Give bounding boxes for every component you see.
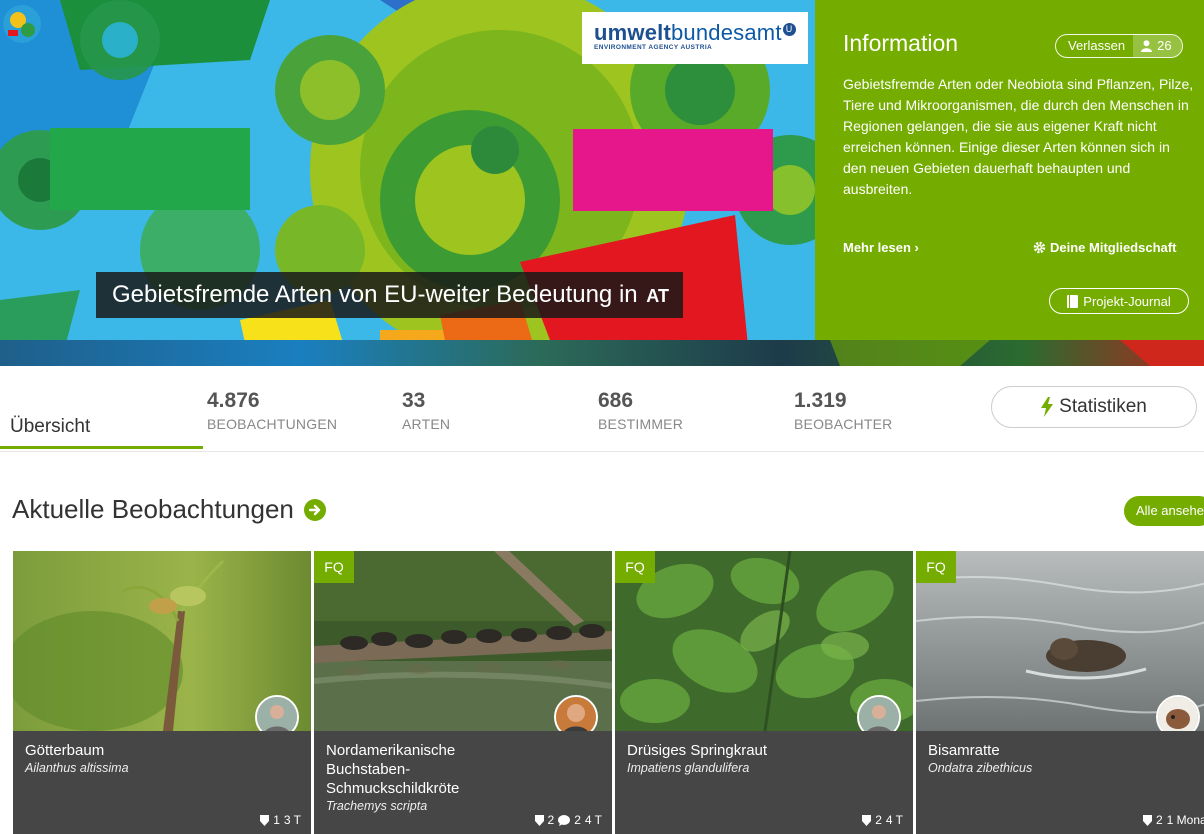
statistics-label: Statistiken xyxy=(1059,396,1147,417)
stat-species[interactable]: 33 ARTEN xyxy=(402,388,450,434)
leave-project-button[interactable]: Verlassen 26 xyxy=(1055,34,1183,58)
journal-label: Projekt-Journal xyxy=(1083,293,1171,309)
scientific-name: Ailanthus altissima xyxy=(25,761,129,775)
quality-badge: FQ xyxy=(916,551,956,583)
member-count: 26 xyxy=(1133,35,1182,57)
membership-label: Deine Mitgliedschaft xyxy=(1050,240,1177,255)
stat-label: ARTEN xyxy=(402,416,451,432)
section-title-text: Aktuelle Beobachtungen xyxy=(12,494,294,524)
observation-meta: 1 3 T xyxy=(260,813,301,827)
identification-count: 2 xyxy=(875,813,882,827)
comment-icon xyxy=(558,814,571,826)
project-journal-button[interactable]: Projekt-Journal xyxy=(1049,288,1189,314)
common-name: Götterbaum xyxy=(25,742,105,759)
observation-age: 3 T xyxy=(283,813,301,827)
scientific-name: Ondatra zibethicus xyxy=(928,761,1033,775)
project-title-country: AT xyxy=(646,286,669,306)
quality-badge: FQ xyxy=(314,551,354,583)
project-badge-icon xyxy=(3,5,41,43)
stat-label: BESTIMMER xyxy=(598,416,684,432)
info-panel: Information Verlassen 26 Gebietsfremde A… xyxy=(815,0,1204,340)
identification-count: 1 xyxy=(273,813,280,827)
observation-age: 4 T xyxy=(584,813,602,827)
project-title-text: Gebietsfremde Arten von EU-weiter Bedeut… xyxy=(112,281,638,308)
stat-value: 4.876 xyxy=(207,389,260,412)
observation-card[interactable]: FQ Bisamratte Ondatra zibethicus 2 1 Mon… xyxy=(916,551,1204,834)
comment-count: 2 xyxy=(574,813,581,827)
project-stats-bar: Übersicht 4.876 BEOBACHTUNGEN 33 ARTEN 6… xyxy=(0,366,1204,452)
observation-info: Bisamratte Ondatra zibethicus 2 1 Monat xyxy=(916,731,1204,834)
member-count-value: 26 xyxy=(1157,38,1172,53)
observation-card[interactable]: Götterbaum Ailanthus altissima 1 3 T xyxy=(13,551,311,834)
observation-meta: 2 2 4 T xyxy=(534,813,602,827)
project-title: Gebietsfremde Arten von EU-weiter Bedeut… xyxy=(96,272,683,318)
identification-count: 2 xyxy=(1155,813,1163,827)
stat-value: 1.319 xyxy=(794,389,847,412)
stat-value: 33 xyxy=(402,389,426,412)
observation-info: Götterbaum Ailanthus altissima 1 3 T xyxy=(13,731,311,834)
observation-age: 4 T xyxy=(885,813,903,827)
stat-value: 686 xyxy=(598,389,634,412)
stat-observations[interactable]: 4.876 BEOBACHTUNGEN xyxy=(207,388,337,434)
common-name: Drüsiges Springkraut xyxy=(627,742,768,759)
observation-card[interactable]: FQ Drüsiges Springkraut Impatiens glandu… xyxy=(615,551,913,834)
arrow-right-circle-icon xyxy=(303,498,326,521)
identification-icon xyxy=(534,814,544,826)
info-description: Gebietsfremde Arten oder Neobiota sind P… xyxy=(843,76,1194,197)
observation-meta: 2 4 T xyxy=(862,813,903,827)
stat-observers[interactable]: 1.319 BEOBACHTER xyxy=(794,388,892,434)
identification-icon xyxy=(1142,814,1152,826)
scientific-name: Impatiens glandulifera xyxy=(627,761,750,775)
view-all-button[interactable]: Alle ansehen xyxy=(1124,496,1204,526)
tab-active-indicator xyxy=(0,446,203,449)
common-name: Nordamerikanische Buchstaben-Schmuckschi… xyxy=(326,742,460,797)
quality-badge: FQ xyxy=(615,551,655,583)
recent-observations-heading[interactable]: Aktuelle Beobachtungen xyxy=(12,494,326,525)
observation-info: Nordamerikanische Buchstaben-Schmuckschi… xyxy=(314,731,612,834)
observation-age: 1 Monat xyxy=(1166,813,1204,827)
banner-color-band xyxy=(0,340,1204,366)
read-more-link[interactable]: Mehr lesen › xyxy=(843,240,919,255)
stat-identifiers[interactable]: 686 BESTIMMER xyxy=(598,388,683,434)
observation-meta: 2 1 Monat xyxy=(1142,813,1204,827)
leave-label[interactable]: Verlassen xyxy=(1056,35,1133,57)
scientific-name: Trachemys scripta xyxy=(326,799,428,813)
common-name: Bisamratte xyxy=(928,742,1000,759)
identification-count: 2 xyxy=(547,813,555,827)
identification-icon xyxy=(862,814,872,826)
stat-label: BEOBACHTER xyxy=(794,416,893,432)
book-icon xyxy=(1067,294,1079,308)
observation-card[interactable]: FQ Nordamerikanische Buchstaben-Schmucks… xyxy=(314,551,612,834)
membership-link[interactable]: Deine Mitgliedschaft xyxy=(1033,240,1176,255)
tab-overview[interactable]: Übersicht xyxy=(10,416,90,438)
identification-icon xyxy=(260,814,270,826)
gear-icon xyxy=(1033,241,1046,254)
umweltbundesamt-logo[interactable]: umweltbundesamt U ENVIRONMENT AGENCY AUST… xyxy=(582,12,808,64)
user-icon xyxy=(1141,40,1153,52)
lightning-icon xyxy=(1041,397,1054,417)
statistics-button[interactable]: Statistiken xyxy=(991,386,1197,428)
stat-label: BEOBACHTUNGEN xyxy=(207,416,338,432)
project-banner: umweltbundesamt U ENVIRONMENT AGENCY AUST… xyxy=(0,0,815,366)
observation-info: Drüsiges Springkraut Impatiens glandulif… xyxy=(615,731,913,834)
